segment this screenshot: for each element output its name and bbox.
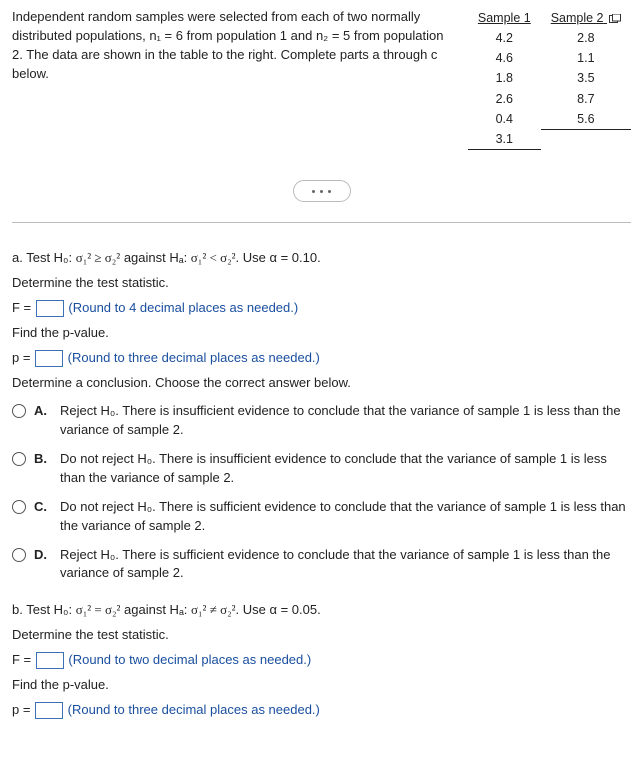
divider [12, 222, 631, 223]
radio-icon[interactable] [12, 548, 26, 562]
cell: 2.6 [468, 89, 541, 109]
cell: 2.8 [541, 28, 631, 48]
find-p-a: Find the p-value. [12, 324, 631, 343]
det-test-stat-b: Determine the test statistic. [12, 626, 631, 645]
radio-icon[interactable] [12, 500, 26, 514]
cell: 4.6 [468, 48, 541, 68]
option-a[interactable]: A. Reject H₀. There is insufficient evid… [12, 402, 631, 440]
p-input-a[interactable] [35, 350, 63, 367]
option-text: Do not reject H₀. There is sufficient ev… [60, 498, 631, 536]
cell: 1.8 [468, 68, 541, 88]
option-text: Reject H₀. There is insufficient evidenc… [60, 402, 631, 440]
cell: 8.7 [541, 89, 631, 109]
cell: 1.1 [541, 48, 631, 68]
option-letter: C. [34, 498, 52, 517]
option-letter: D. [34, 546, 52, 565]
det-test-stat-a: Determine the test statistic. [12, 274, 631, 293]
cell: 5.6 [541, 109, 631, 130]
option-c[interactable]: C. Do not reject H₀. There is sufficient… [12, 498, 631, 536]
p-input-b[interactable] [35, 702, 63, 719]
part-a-prompt: a. Test H₀: σ₁² ≥ σ₂² against Hₐ: σ₁² < … [12, 249, 631, 268]
p-label-a: p = [12, 350, 34, 365]
option-b[interactable]: B. Do not reject H₀. There is insufficie… [12, 450, 631, 488]
col-header-2: Sample 2 [541, 8, 631, 28]
col-header-1: Sample 1 [468, 8, 541, 28]
cell: 3.1 [468, 129, 541, 150]
popout-icon[interactable] [609, 14, 621, 24]
cell: 4.2 [468, 28, 541, 48]
p-hint-a: (Round to three decimal places as needed… [68, 350, 320, 365]
radio-icon[interactable] [12, 452, 26, 466]
F-label-b: F = [12, 652, 35, 667]
p-label-b: p = [12, 702, 34, 717]
F-label-a: F = [12, 300, 35, 315]
F-input-b[interactable] [36, 652, 64, 669]
F-hint-b: (Round to two decimal places as needed.) [68, 652, 311, 667]
p-hint-b: (Round to three decimal places as needed… [68, 702, 320, 717]
cell [541, 129, 631, 150]
expand-button[interactable] [293, 180, 351, 202]
cell: 0.4 [468, 109, 541, 130]
radio-icon[interactable] [12, 404, 26, 418]
F-input-a[interactable] [36, 300, 64, 317]
option-text: Do not reject H₀. There is insufficient … [60, 450, 631, 488]
intro-text: Independent random samples were selected… [12, 8, 450, 83]
option-letter: B. [34, 450, 52, 469]
F-hint-a: (Round to 4 decimal places as needed.) [68, 300, 298, 315]
part-b-prompt: b. Test H₀: σ₁² = σ₂² against Hₐ: σ₁² ≠ … [12, 601, 631, 620]
conclusion-prompt: Determine a conclusion. Choose the corre… [12, 374, 631, 393]
option-text: Reject H₀. There is sufficient evidence … [60, 546, 631, 584]
data-table: Sample 1 Sample 2 4.22.8 4.61.1 1.83.5 2… [468, 8, 631, 150]
cell: 3.5 [541, 68, 631, 88]
data-table-wrap: Sample 1 Sample 2 4.22.8 4.61.1 1.83.5 2… [468, 8, 631, 150]
option-d[interactable]: D. Reject H₀. There is sufficient eviden… [12, 546, 631, 584]
option-letter: A. [34, 402, 52, 421]
find-p-b: Find the p-value. [12, 676, 631, 695]
